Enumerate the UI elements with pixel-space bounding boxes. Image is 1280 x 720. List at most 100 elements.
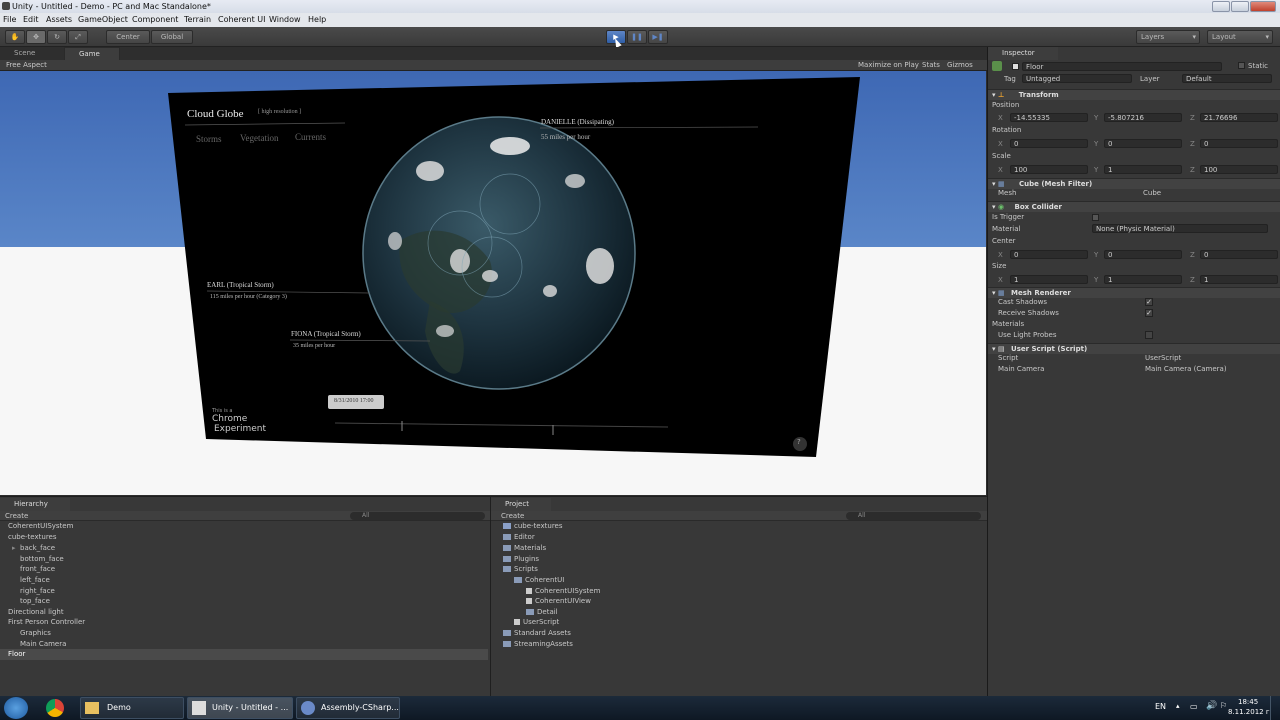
menu-component[interactable]: Component (132, 13, 178, 27)
globe-tab-vegetation[interactable]: Vegetation (240, 133, 279, 143)
position-x-field[interactable]: -14.55335 (1010, 113, 1088, 122)
aspect-dropdown[interactable]: Free Aspect (6, 60, 47, 71)
tray-arrow-icon[interactable]: ▴ (1176, 702, 1180, 710)
project-item[interactable]: Editor (503, 532, 535, 543)
menu-coherent-ui[interactable]: Coherent UI (218, 13, 265, 27)
project-search-input[interactable]: All (846, 512, 981, 520)
tab-hierarchy[interactable]: Hierarchy (0, 498, 70, 511)
hierarchy-item[interactable]: front_face (20, 564, 55, 575)
menu-edit[interactable]: Edit (23, 13, 39, 27)
rotate-tool-icon[interactable]: ↻ (47, 30, 67, 44)
rotation-y-field[interactable]: 0 (1104, 139, 1182, 148)
center-y-field[interactable]: 0 (1104, 250, 1182, 259)
hierarchy-item[interactable]: Graphics (20, 628, 51, 639)
project-item[interactable]: CoherentUI (514, 575, 564, 586)
layer-dropdown[interactable]: Default (1182, 74, 1272, 83)
flag-icon[interactable]: ⚐ (1220, 701, 1227, 710)
move-tool-icon[interactable]: ✥ (26, 30, 46, 44)
project-item[interactable]: StreamingAssets (503, 639, 573, 650)
task-assembly[interactable]: Assembly-CSharp... (296, 697, 400, 719)
box-collider-header[interactable]: ▾ ◉ Box Collider (988, 201, 1280, 212)
light-probes-checkbox[interactable] (1145, 331, 1153, 339)
hierarchy-item[interactable]: CoherentUISystem (8, 521, 73, 532)
hierarchy-item[interactable]: left_face (20, 575, 50, 586)
hierarchy-item[interactable]: First Person Controller (8, 617, 85, 628)
project-create-button[interactable]: Create (501, 511, 524, 521)
step-button-icon[interactable]: ▶❚ (648, 30, 668, 44)
tag-dropdown[interactable]: Untagged (1022, 74, 1132, 83)
mesh-renderer-header[interactable]: ▾ ▦ Mesh Renderer (988, 287, 1280, 298)
tab-scene[interactable]: Scene (0, 47, 64, 60)
scale-tool-icon[interactable]: ⤢ (68, 30, 88, 44)
minimize-button[interactable] (1212, 1, 1230, 12)
tab-project[interactable]: Project (491, 498, 551, 511)
user-script-header[interactable]: ▾ ▤ User Script (Script) (988, 343, 1280, 354)
hierarchy-create-button[interactable]: Create (5, 511, 28, 521)
maximize-on-play-toggle[interactable]: Maximize on Play (858, 60, 919, 71)
cast-shadows-checkbox[interactable]: ✓ (1145, 298, 1153, 306)
size-y-field[interactable]: 1 (1104, 275, 1182, 284)
mesh-value[interactable]: Cube (1143, 189, 1161, 197)
menu-help[interactable]: Help (308, 13, 326, 27)
hierarchy-item[interactable]: top_face (20, 596, 50, 607)
project-item[interactable]: UserScript (514, 617, 559, 628)
language-indicator[interactable]: EN (1155, 702, 1166, 711)
maximize-button[interactable] (1231, 1, 1249, 12)
project-item[interactable]: Standard Assets (503, 628, 571, 639)
gizmos-toggle[interactable]: Gizmos (947, 60, 973, 71)
receive-shadows-checkbox[interactable]: ✓ (1145, 309, 1153, 317)
task-unity[interactable]: Unity - Untitled - ... (187, 697, 293, 719)
scale-y-field[interactable]: 1 (1104, 165, 1182, 174)
hierarchy-item[interactable]: back_face (20, 543, 55, 554)
stats-toggle[interactable]: Stats (922, 60, 940, 71)
network-icon[interactable]: ▭ (1190, 702, 1198, 711)
rotation-z-field[interactable]: 0 (1200, 139, 1278, 148)
start-button-icon[interactable] (4, 697, 28, 719)
is-trigger-checkbox[interactable] (1092, 214, 1099, 221)
size-x-field[interactable]: 1 (1010, 275, 1088, 284)
material-field[interactable]: None (Physic Material) (1092, 224, 1268, 233)
menu-assets[interactable]: Assets (46, 13, 72, 27)
script-value[interactable]: UserScript (1145, 354, 1181, 362)
layout-dropdown[interactable]: Layout ▾ (1207, 30, 1273, 44)
globe-tab-storms[interactable]: Storms (196, 134, 222, 144)
object-name-field[interactable]: Floor (1022, 62, 1222, 71)
hierarchy-item[interactable]: cube-textures (8, 532, 57, 543)
project-item[interactable]: Scripts (503, 564, 538, 575)
help-icon[interactable]: ? (797, 438, 801, 446)
menu-file[interactable]: File (3, 13, 16, 27)
pivot-center-toggle[interactable]: Center (106, 30, 150, 44)
center-x-field[interactable]: 0 (1010, 250, 1088, 259)
position-z-field[interactable]: 21.76696 (1200, 113, 1278, 122)
scale-z-field[interactable]: 100 (1200, 165, 1278, 174)
static-checkbox[interactable] (1238, 62, 1245, 69)
menu-window[interactable]: Window (269, 13, 301, 27)
globe-tab-currents[interactable]: Currents (295, 132, 326, 142)
mesh-filter-header[interactable]: ▾ ▦ Cube (Mesh Filter) (988, 178, 1280, 189)
expand-arrow-icon[interactable]: ▸ (12, 543, 16, 554)
menu-terrain[interactable]: Terrain (184, 13, 211, 27)
clock-time[interactable]: 18:45 (1238, 698, 1258, 706)
position-y-field[interactable]: -5.807216 (1104, 113, 1182, 122)
active-checkbox[interactable] (1012, 63, 1019, 70)
game-view[interactable]: Cloud Globe [ high resolution ] Storms V… (0, 71, 986, 495)
tab-game[interactable]: Game (64, 47, 120, 60)
project-item[interactable]: CoherentUIView (526, 596, 591, 607)
close-button[interactable] (1250, 1, 1276, 12)
size-z-field[interactable]: 1 (1200, 275, 1278, 284)
volume-icon[interactable]: 🔊 (1206, 701, 1217, 711)
hierarchy-search-input[interactable]: All (350, 512, 485, 520)
project-item[interactable]: Materials (503, 543, 546, 554)
pause-button-icon[interactable]: ❚❚ (627, 30, 647, 44)
materials-foldout[interactable]: Materials (992, 320, 1024, 328)
tab-inspector[interactable]: Inspector (988, 47, 1058, 60)
main-camera-value[interactable]: Main Camera (Camera) (1145, 365, 1227, 373)
clock-date[interactable]: 8.11.2012 г. (1228, 708, 1272, 716)
layers-dropdown[interactable]: Layers ▾ (1136, 30, 1200, 44)
hand-tool-icon[interactable]: ✋ (5, 30, 25, 44)
task-demo[interactable]: Demo (80, 697, 184, 719)
show-desktop-button[interactable] (1270, 696, 1280, 720)
transform-header[interactable]: ▾ ⊥ Transform (988, 89, 1280, 100)
chrome-icon[interactable] (46, 699, 64, 717)
pivot-global-toggle[interactable]: Global (151, 30, 193, 44)
